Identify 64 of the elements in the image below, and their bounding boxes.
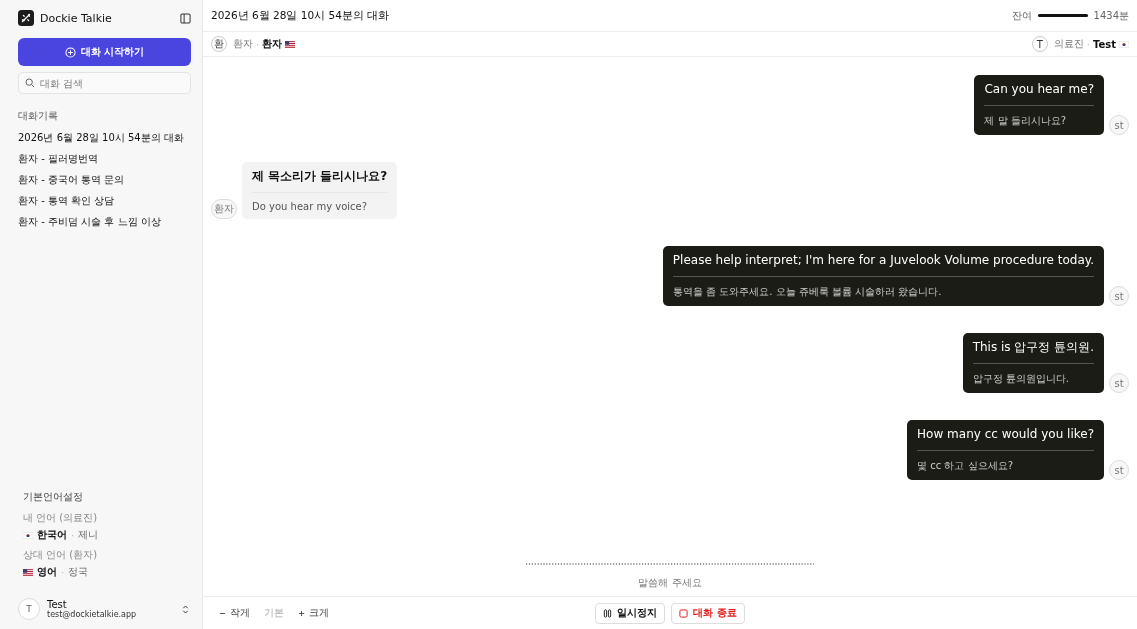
translation-text: 압구정 튠의원입니다. — [972, 372, 1070, 386]
language-name: 영어 — [37, 565, 57, 579]
message-text: Can you hear me? — [984, 81, 1094, 106]
participant-role: 의료진 — [1053, 37, 1084, 51]
plus-icon — [298, 609, 305, 617]
remaining-value: 1434분 — [1093, 8, 1129, 23]
message-text: 제 목소리가 들리시나요? — [252, 168, 388, 193]
history-item[interactable]: 환자 - 통역 확인 상담 — [18, 190, 191, 211]
separator-dot: · — [61, 566, 65, 578]
user-avatar: T — [18, 598, 40, 620]
message-avatar: st — [1109, 286, 1129, 306]
remaining-bar — [1037, 14, 1088, 17]
message-avatar: st — [1109, 373, 1129, 393]
voice-name: 제니 — [78, 528, 99, 542]
new-chat-button[interactable]: 대화 시작하기 — [18, 38, 191, 66]
sidebar-toggle-icon[interactable] — [180, 12, 191, 24]
participant-name: Test — [1093, 38, 1116, 50]
user-name: Test — [47, 599, 68, 610]
history-item[interactable]: 환자 - 필러명번역 — [18, 148, 191, 169]
stop-icon — [679, 608, 689, 618]
flag-icon — [23, 531, 33, 539]
message-text: This is 압구정 튠의원. — [972, 339, 1094, 364]
flag-icon — [23, 568, 33, 576]
chevron-up-down-icon[interactable] — [182, 603, 189, 615]
flag-icon — [285, 40, 296, 48]
voice-name: 정국 — [68, 565, 89, 579]
remaining-label: 잔여 — [1011, 8, 1032, 23]
language-label: 내 언어 (의료진) — [23, 511, 99, 525]
translation-text: 통역을 좀 도와주세요. 오늘 쥬베룩 볼륨 시술하러 왔습니다. — [672, 285, 943, 299]
language-label: 상대 언어 (환자) — [23, 548, 99, 562]
language-name: 한국어 — [37, 528, 67, 542]
search-icon — [25, 78, 35, 88]
translation-text: Do you hear my voice? — [252, 201, 369, 212]
app-name: Dockie Talkie — [40, 11, 113, 25]
default-size-label: 기본 — [264, 606, 284, 620]
section-title: 대화기록 — [18, 109, 59, 123]
participant-role: 환자 — [233, 37, 253, 51]
listening-hint: 말씀해 주세요 — [638, 576, 702, 590]
larger-text-button[interactable]: 크게 — [298, 606, 329, 620]
flag-icon — [1119, 40, 1129, 48]
separator-dot: · — [71, 529, 75, 541]
history-item[interactable]: 환자 - 중국어 통역 문의 — [18, 169, 191, 190]
message-avatar: st — [1109, 115, 1129, 135]
section-title: 기본언어설정 — [23, 490, 84, 504]
separator-dot: · — [256, 38, 260, 50]
translation-text: 몇 cc 하고 싶으세요? — [917, 459, 1014, 473]
message-text: How many cc would you like? — [917, 426, 1094, 451]
translation-text: 제 말 들리시나요? — [984, 114, 1068, 128]
message-text: Please help interpret; I'm here for a Juvelook Volume procedure today. — [672, 252, 1094, 277]
conversation-title: 2026년 6월 28일 10시 54분의 대화 — [211, 8, 391, 23]
history-item[interactable]: 환자 - 주비덤 시술 후 느낌 이상 — [18, 211, 191, 232]
user-email: test@dockietalkie.app — [47, 610, 138, 619]
search-field[interactable]: 대화 검색 — [18, 72, 191, 94]
plus-circle-icon — [64, 46, 76, 58]
smaller-text-button[interactable]: 작게 — [219, 606, 250, 620]
participant-name: 환자 — [262, 37, 283, 51]
pause-button[interactable]: 일시정지 — [595, 602, 666, 624]
message-avatar: st — [1109, 460, 1129, 480]
message-avatar: 환자 — [211, 199, 237, 219]
end-conversation-button[interactable]: 대화 종료 — [671, 602, 745, 624]
pause-icon — [603, 608, 613, 618]
logo-icon — [18, 10, 34, 26]
separator-dot: · — [1086, 38, 1090, 50]
history-item[interactable]: 2026년 6월 28일 10시 54분의 대화 — [18, 127, 191, 148]
